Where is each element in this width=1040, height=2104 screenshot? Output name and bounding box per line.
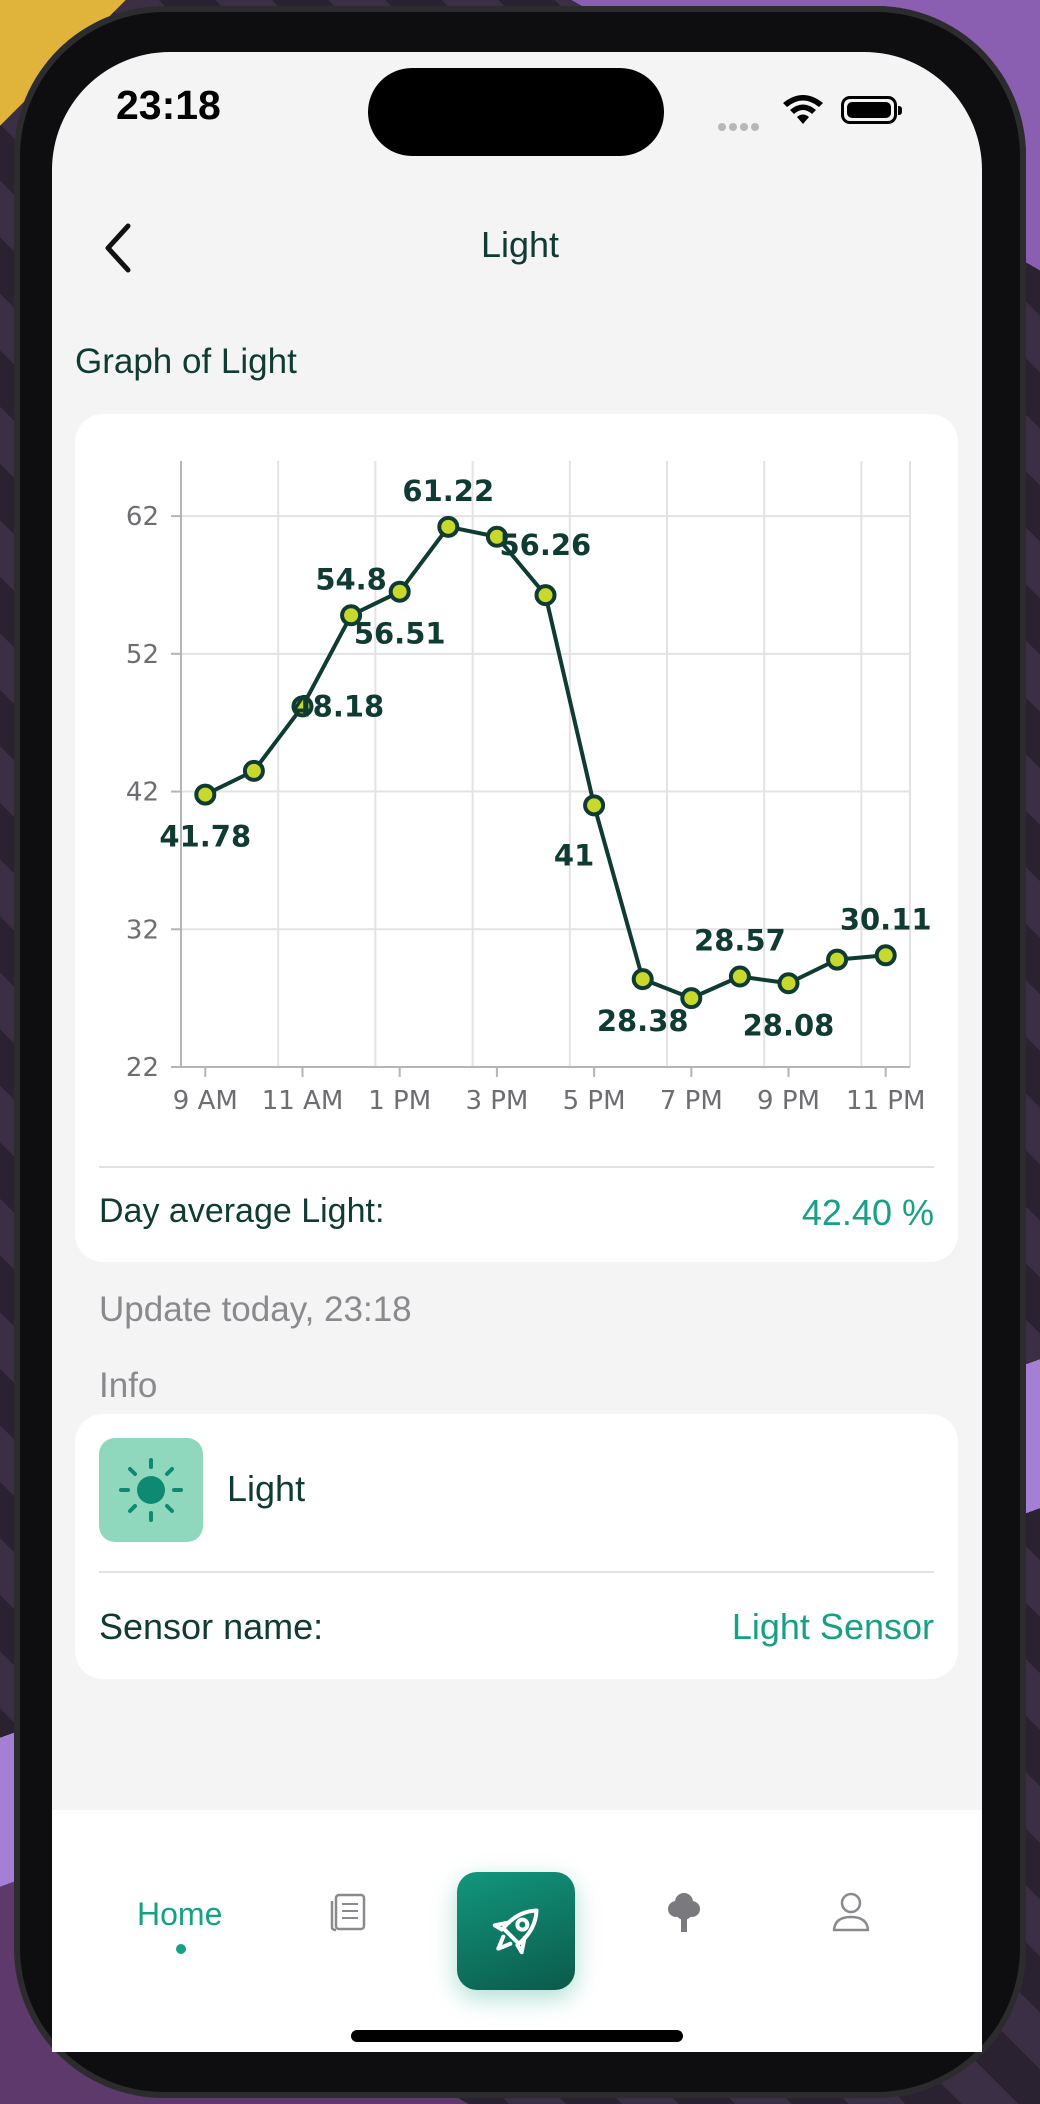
data-point [437,515,460,538]
data-point [777,972,800,995]
data-point [194,783,217,806]
x-tick-label: 5 PM [563,1086,626,1116]
y-tick-label: 52 [126,640,159,670]
dynamic-island [368,68,664,156]
data-point [874,944,897,967]
data-label: 28.08 [743,1008,835,1042]
wifi-icon [783,95,823,124]
data-label: 28.57 [694,924,786,958]
data-point [583,794,606,817]
tree-icon[interactable] [664,1890,704,1934]
sensor-name-label: Sensor name: [99,1606,324,1647]
data-label: 41.78 [159,820,251,854]
last-update-text: Update today, 23:18 [99,1290,412,1329]
rocket-action-button[interactable] [457,1872,575,1990]
day-average-label: Day average Light: [99,1192,385,1230]
nav-home-tab[interactable]: Home [137,1896,222,1933]
x-tick-label: 9 PM [757,1086,820,1116]
x-tick-label: 11 AM [262,1086,344,1116]
nav-active-indicator [176,1944,186,1954]
battery-icon [841,96,902,124]
y-tick-label: 32 [126,915,159,945]
news-icon[interactable] [330,1892,368,1932]
divider [99,1571,934,1573]
sensor-type-label: Light [227,1468,306,1509]
user-profile-icon[interactable] [831,1890,871,1934]
x-tick-label: 7 PM [660,1086,723,1116]
home-indicator [351,2030,683,2042]
graph-section-title: Graph of Light [75,342,297,381]
sensor-info-card: Light Sensor name: Light Sensor [75,1414,958,1679]
data-label: 48.18 [293,689,385,723]
sensor-icon-tile [99,1438,203,1542]
data-label: 56.26 [500,528,592,562]
data-label: 30.11 [840,902,932,936]
divider [99,1166,934,1168]
data-label: 54.8 [315,562,387,596]
data-label: 41 [554,838,594,872]
page-title: Light [480,224,560,265]
x-tick-label: 9 AM [173,1086,238,1116]
cellular-signal-icon [718,116,766,131]
rocket-icon [492,1908,539,1955]
x-tick-label: 3 PM [465,1086,528,1116]
light-line-chart: 62 52 42 32 22 9 AM 11 AM 1 PM 3 PM 5 PM 7 PM 9 PM 1… [126,461,932,1116]
data-point [534,584,557,607]
y-tick-label: 42 [126,778,159,808]
y-tick-label: 22 [126,1053,159,1083]
info-section-label: Info [99,1366,158,1405]
data-point [728,965,751,988]
data-label: 56.51 [354,617,446,651]
data-point [631,968,654,991]
data-point [242,759,265,782]
sensor-name-value: Light Sensor [731,1606,934,1647]
sun-icon [119,1458,183,1522]
status-time: 23:18 [116,82,221,128]
y-tick-label: 62 [126,502,159,532]
data-point [826,948,849,971]
data-label: 28.38 [597,1004,689,1038]
x-tick-label: 1 PM [368,1086,431,1116]
day-average-value: 42.40 % [801,1192,934,1233]
data-label: 61.22 [402,474,494,508]
data-point [388,580,411,603]
graph-card: 62 52 42 32 22 9 AM 11 AM 1 PM 3 PM 5 PM 7 PM 9 PM 1… [75,414,958,1262]
x-tick-label: 11 PM [846,1086,925,1116]
